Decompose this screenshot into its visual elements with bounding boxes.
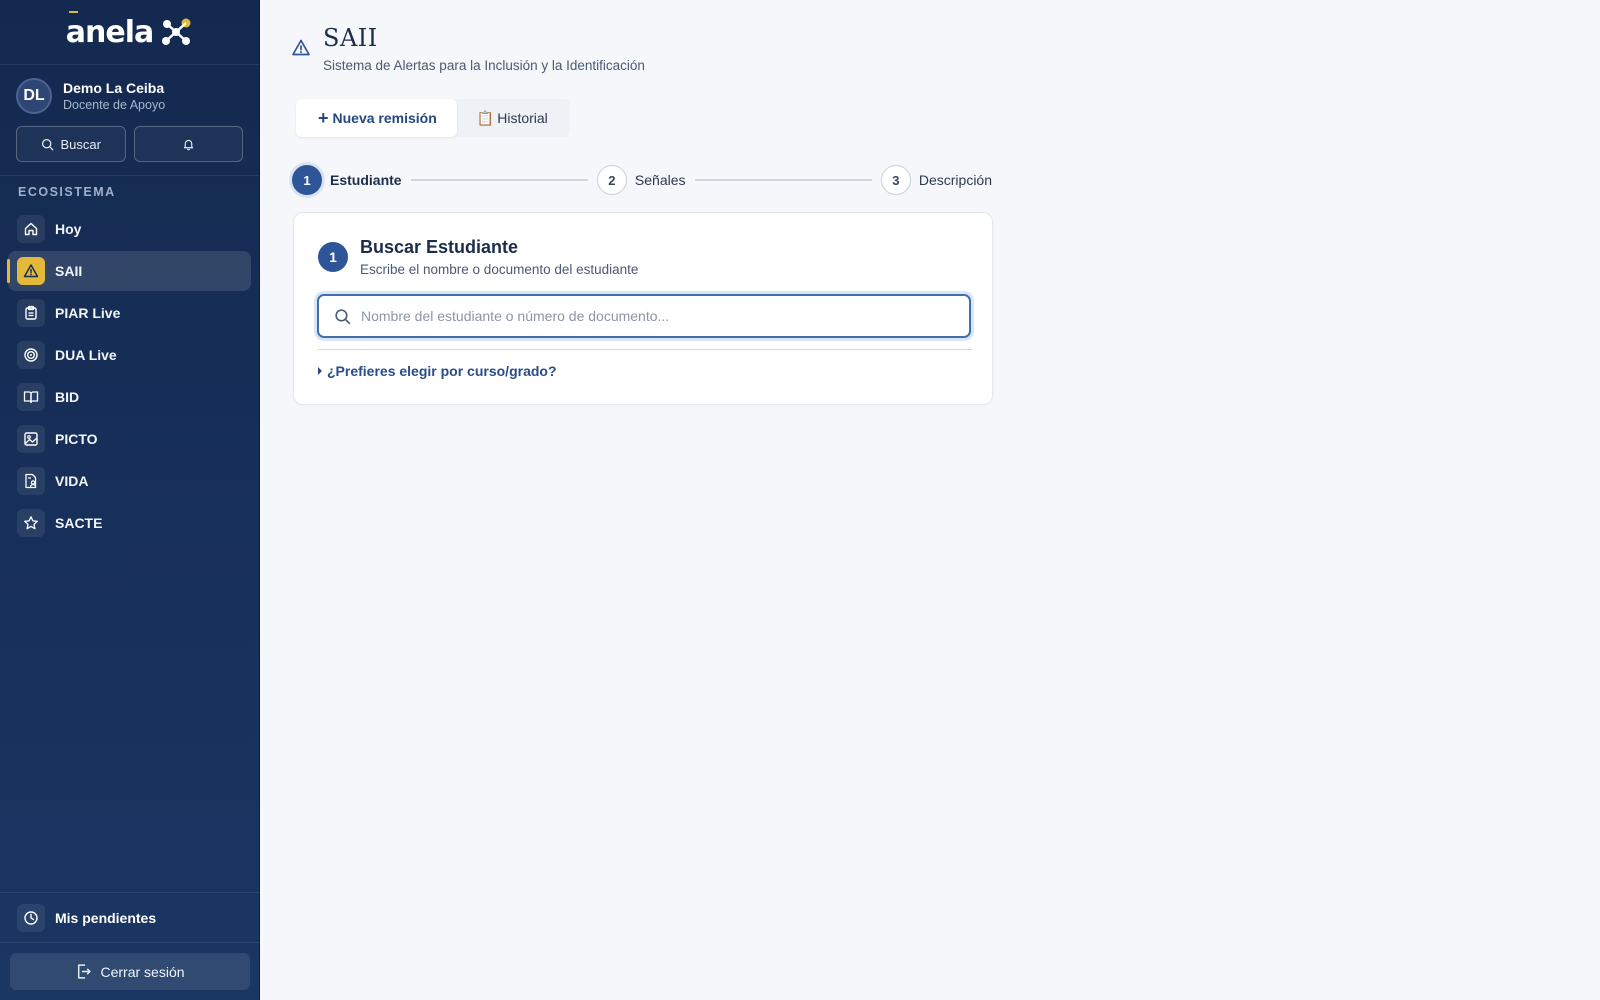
course-link-label: ¿Prefieres elegir por curso/grado?: [327, 363, 557, 379]
sidebar-item-hoy[interactable]: Hoy: [8, 209, 251, 249]
book-open-icon: [17, 383, 45, 411]
page-subtitle: Sistema de Alertas para la Inclusión y l…: [323, 58, 645, 73]
sidebar-item-bid[interactable]: BID: [8, 377, 251, 417]
sidebar-item-picto[interactable]: PICTO: [8, 419, 251, 459]
sidebar-item-label: Hoy: [55, 221, 82, 237]
search-button[interactable]: Buscar: [16, 126, 126, 162]
page-title: SAII: [323, 24, 378, 52]
step-connector: [694, 179, 872, 181]
alert-triangle-icon: [17, 257, 45, 285]
choose-by-course-link[interactable]: ¿Prefieres elegir por curso/grado?: [318, 363, 557, 379]
bell-icon: [183, 139, 193, 150]
tab-label: Nueva remisión: [332, 110, 437, 126]
divider: [318, 349, 972, 350]
sidebar-item-label: DUA Live: [55, 347, 117, 363]
stepper: 1 Estudiante 2 Señales 3 Descripción: [292, 164, 992, 196]
main-content: SAII Sistema de Alertas para la Inclusió…: [261, 0, 1600, 1000]
page-header: SAII Sistema de Alertas para la Inclusió…: [291, 24, 645, 73]
avatar: DL: [16, 78, 52, 114]
search-button-label: Buscar: [60, 136, 101, 152]
sidebar-item-label: SACTE: [55, 515, 103, 531]
home-icon: [17, 215, 45, 243]
sidebar: anela DL Demo La Ceiba Docente de Apoyo …: [0, 0, 260, 1000]
sidebar-item-label: BID: [55, 389, 80, 405]
step-1-label: Estudiante: [330, 172, 402, 188]
notifications-button[interactable]: [133, 126, 243, 162]
clipboard-icon: 📋: [476, 109, 495, 126]
card-step-number: 1: [318, 242, 348, 272]
sidebar-item-label: PIAR Live: [55, 305, 121, 321]
user-profile[interactable]: DL Demo La Ceiba Docente de Apoyo: [0, 65, 259, 120]
file-person-icon: [17, 467, 45, 495]
step-1-indicator: 1: [292, 165, 322, 195]
search-icon: [41, 138, 53, 150]
sidebar-item-dua-live[interactable]: DUA Live: [8, 335, 251, 375]
clipboard-icon: [17, 299, 45, 327]
student-search-field[interactable]: [317, 294, 971, 338]
sidebar-item-label: VIDA: [55, 473, 89, 489]
step-3-indicator: 3: [880, 165, 911, 195]
sidebar-item-mis-pendientes[interactable]: Mis pendientes: [0, 892, 260, 942]
logo[interactable]: anela: [0, 0, 259, 65]
card-subtitle: Escribe el nombre o documento del estudi…: [360, 262, 639, 277]
section-label-ecosistema: ECOSISTEMA: [18, 185, 116, 199]
logout-icon: [78, 964, 92, 979]
sidebar-item-label: PICTO: [55, 431, 98, 447]
tab-historial[interactable]: 📋 Historial: [457, 99, 570, 137]
caret-right-icon: [318, 367, 322, 375]
tab-bar: + Nueva remisión 📋 Historial: [296, 99, 570, 137]
logout-button[interactable]: Cerrar sesión: [10, 953, 250, 990]
student-search-input[interactable]: [361, 296, 969, 336]
logout-label: Cerrar sesión: [100, 963, 185, 980]
target-icon: [17, 341, 45, 369]
pending-label: Mis pendientes: [55, 909, 157, 926]
search-student-card: 1 Buscar Estudiante Escribe el nombre o …: [293, 212, 993, 405]
card-title: Buscar Estudiante: [360, 237, 519, 257]
sidebar-nav: Hoy SAII PIAR Live DUA Live BID PICTO VI…: [0, 209, 259, 543]
sidebar-item-vida[interactable]: VIDA: [8, 461, 251, 501]
search-icon: [335, 308, 351, 324]
step-2-label: Señales: [634, 172, 686, 188]
user-name: Demo La Ceiba: [63, 80, 165, 96]
sidebar-item-piar-live[interactable]: PIAR Live: [8, 293, 251, 333]
tab-nueva-remision[interactable]: + Nueva remisión: [296, 99, 457, 137]
clock-icon: [17, 903, 45, 932]
tab-label: Historial: [497, 110, 548, 126]
image-icon: [17, 425, 45, 453]
star-icon: [17, 509, 45, 537]
plus-icon: +: [318, 107, 329, 128]
user-role: Docente de Apoyo: [63, 98, 166, 112]
sidebar-item-sacte[interactable]: SACTE: [8, 503, 251, 543]
sidebar-item-saii[interactable]: SAII: [7, 251, 251, 291]
alert-triangle-icon: [292, 39, 310, 56]
sidebar-item-label: SAII: [55, 263, 83, 279]
logo-wordmark: anela: [66, 10, 154, 50]
step-3-label: Descripción: [918, 172, 992, 188]
logo-network-icon: [162, 18, 191, 45]
step-connector: [410, 179, 588, 181]
step-2-indicator: 2: [596, 165, 627, 195]
